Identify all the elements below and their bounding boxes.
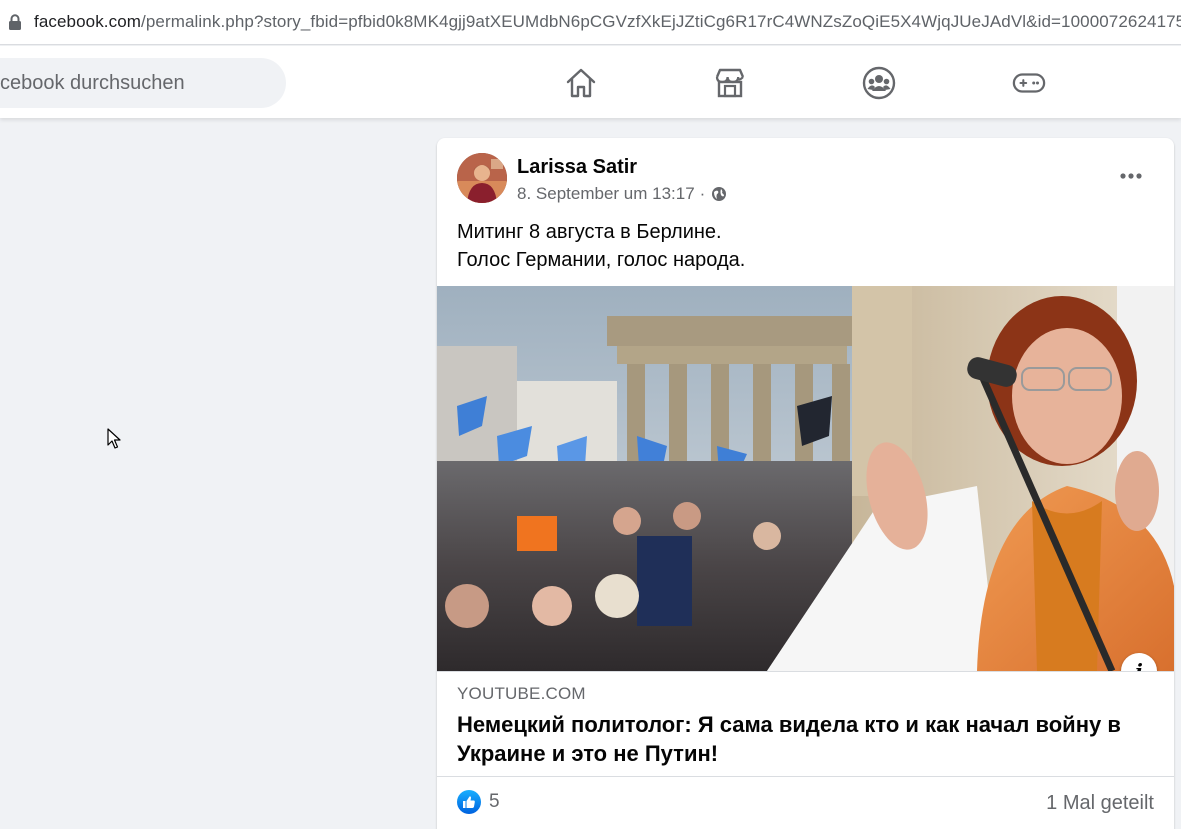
gaming-icon[interactable] xyxy=(1012,66,1046,100)
globe-icon[interactable] xyxy=(711,186,727,202)
groups-icon[interactable] xyxy=(862,66,896,100)
url-text[interactable]: facebook.com/permalink.php?story_fbid=pf… xyxy=(34,12,1181,32)
url-domain: facebook.com xyxy=(34,12,142,31)
reactions-summary[interactable]: 5 xyxy=(457,790,500,814)
lock-icon xyxy=(9,14,21,30)
link-domain: YOUTUBE.COM xyxy=(457,684,586,703)
url-path: /permalink.php?story_fbid=pfbid0k8MK4gjj… xyxy=(141,12,1181,31)
home-icon[interactable] xyxy=(564,66,598,100)
more-horizontal-icon xyxy=(1120,173,1142,179)
meta-separator: · xyxy=(699,184,706,203)
author-name[interactable]: Larissa Satir xyxy=(517,156,637,179)
more-options-button[interactable] xyxy=(1115,160,1147,192)
avatar[interactable] xyxy=(457,153,507,203)
post-text: Митинг 8 августа в Берлине. Голос Герман… xyxy=(457,218,1147,274)
post-meta: 8. September um 13:17 · xyxy=(517,184,727,204)
post-text-line: Митинг 8 августа в Берлине. xyxy=(457,221,722,243)
post-text-line: Голос Германии, голос народа. xyxy=(457,249,746,271)
like-count: 5 xyxy=(489,791,500,812)
post-card: Larissa Satir 8. September um 13:17 · Ми… xyxy=(437,138,1174,829)
link-preview[interactable]: YOUTUBE.COM Немецкий политолог: Я сама в… xyxy=(437,671,1174,777)
search-box[interactable] xyxy=(0,58,286,108)
link-title[interactable]: Немецкий политолог: Я сама видела кто и … xyxy=(457,710,1157,768)
link-thumbnail[interactable] xyxy=(437,286,1174,671)
mouse-cursor-icon xyxy=(107,428,121,449)
like-reaction-icon xyxy=(457,790,481,814)
search-input[interactable] xyxy=(0,71,270,95)
marketplace-icon[interactable] xyxy=(713,66,747,100)
browser-address-bar[interactable]: facebook.com/permalink.php?story_fbid=pf… xyxy=(0,0,1181,45)
facebook-topbar xyxy=(0,46,1181,118)
shares-count[interactable]: 1 Mal geteilt xyxy=(1046,792,1154,815)
post-timestamp[interactable]: 8. September um 13:17 xyxy=(517,184,695,204)
